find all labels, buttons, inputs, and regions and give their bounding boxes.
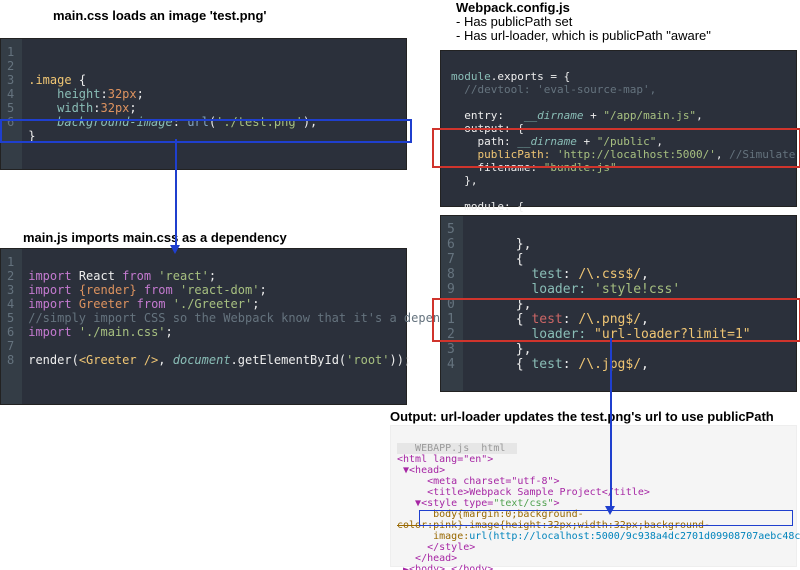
lineno: 2 — [7, 269, 14, 283]
wp-rule-url-loader: "url-loader?limit=1" — [586, 327, 750, 342]
lineno: 0 — [447, 297, 455, 312]
caption-webpack: Webpack.config.js — [456, 0, 570, 15]
css-prop: background-image — [28, 115, 173, 129]
editor-js: 1 2 3 4 5 6 7 8 import React from 'react… — [0, 248, 407, 405]
editor-css: 1 2 3 4 5 6 .image { height:32px; width:… — [0, 38, 407, 170]
editor-webpack-top: module.exports = { //devtool: 'eval-sour… — [440, 50, 797, 207]
wp-comment: //devtool: 'eval-source-map', — [451, 83, 656, 96]
lineno: 8 — [447, 267, 455, 282]
lineno: 9 — [447, 282, 455, 297]
lineno: 4 — [447, 357, 455, 372]
lineno: 3 — [447, 342, 455, 357]
code-js: import React from 'react'; import {rende… — [22, 249, 484, 404]
caption-output: Output: url-loader updates the test.png'… — [390, 409, 774, 424]
lineno: 7 — [447, 252, 455, 267]
lineno: 1 — [7, 45, 14, 59]
editor-webpack-loaders: 5 6 7 8 9 0 1 2 3 4 }, { test: /\.css$/,… — [440, 215, 797, 392]
arrow-head-icon — [170, 245, 180, 254]
code-webpack-loaders: }, { test: /\.css$/, loader: 'style!css'… — [463, 216, 759, 391]
lineno: 5 — [7, 101, 14, 115]
lineno: 7 — [7, 339, 14, 353]
output-final-url: url(http://localhost:5000/9c938a4dc2701d… — [469, 531, 800, 542]
lineno: 6 — [7, 325, 14, 339]
css-selector: .image — [28, 73, 71, 87]
lineno: 5 — [447, 222, 455, 237]
wp-publicpath-key: publicPath: — [451, 148, 550, 161]
output-titlebar: WEBAPP.js html — [397, 443, 517, 454]
lineno: 3 — [7, 283, 14, 297]
gutter-webpack-loaders: 5 6 7 8 9 0 1 2 3 4 — [441, 216, 463, 391]
lineno: 2 — [447, 327, 455, 342]
css-prop: height — [28, 87, 100, 101]
code-output: WEBAPP.js html <html lang="en"> ▼<head> … — [391, 426, 800, 566]
caption-css: main.css loads an image 'test.png' — [53, 8, 267, 23]
gutter-css: 1 2 3 4 5 6 — [1, 39, 22, 169]
wp-rule-css-test: /\.css$/ — [578, 267, 641, 282]
gutter-js: 1 2 3 4 5 6 7 8 — [1, 249, 22, 404]
lineno: 5 — [7, 311, 14, 325]
editor-output: WEBAPP.js html <html lang="en"> ▼<head> … — [390, 425, 797, 567]
code-css: .image { height:32px; width:32px; backgr… — [22, 39, 325, 169]
lineno: 4 — [7, 87, 14, 101]
lineno: 2 — [7, 59, 14, 73]
caption-webpack-b1: - Has publicPath set — [456, 14, 572, 29]
lineno: 8 — [7, 353, 14, 367]
js-comment: //simply import CSS so the Webpack know … — [28, 311, 476, 325]
js-import-css: './main.css' — [72, 325, 166, 339]
css-prop: width — [28, 101, 93, 115]
wp-rule-png-test: /\.png$/ — [578, 312, 641, 327]
lineno: 1 — [7, 255, 14, 269]
lineno: 6 — [447, 237, 455, 252]
lineno: 3 — [7, 73, 14, 87]
lineno: 6 — [7, 115, 14, 129]
arrow-head-icon — [605, 506, 615, 515]
caption-js: main.js imports main.css as a dependency — [23, 230, 287, 245]
caption-webpack-b2: - Has url-loader, which is publicPath "a… — [456, 28, 711, 43]
lineno: 4 — [7, 297, 14, 311]
wp-publicpath-val: 'http://localhost:5000/' — [550, 148, 716, 161]
lineno: 1 — [447, 312, 455, 327]
css-url-value: './test.png' — [216, 115, 303, 129]
code-webpack-top: module.exports = { //devtool: 'eval-sour… — [441, 51, 800, 206]
